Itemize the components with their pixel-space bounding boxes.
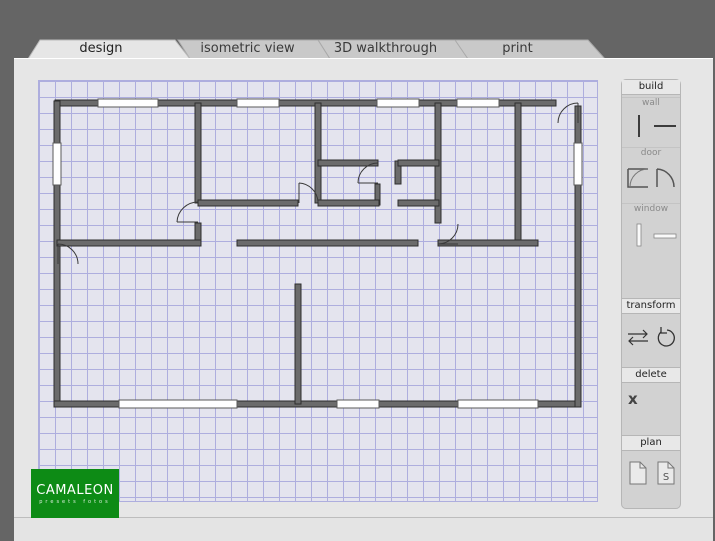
- logo-brand: CAMALEON: [36, 483, 114, 498]
- wall: [194, 102, 202, 204]
- wall-label: wall: [622, 97, 680, 109]
- window: [456, 98, 500, 108]
- tab-print[interactable]: print: [465, 40, 570, 58]
- window: [52, 142, 62, 186]
- drawing-grid[interactable]: [38, 80, 598, 502]
- window: [97, 98, 159, 108]
- flip-icon[interactable]: [625, 324, 649, 350]
- rotate-icon[interactable]: [654, 324, 678, 350]
- door: [176, 201, 199, 223]
- door-label: door: [622, 147, 680, 159]
- wall: [197, 199, 299, 207]
- door-left-icon[interactable]: [626, 166, 650, 192]
- delete-header: delete: [622, 368, 680, 383]
- plan-save-icon[interactable]: S: [654, 460, 678, 486]
- wall: [317, 199, 380, 207]
- plan-save-letter: S: [663, 472, 669, 483]
- wall: [397, 159, 440, 167]
- wall: [56, 239, 202, 247]
- floor-plan[interactable]: [39, 81, 599, 503]
- plan-open-icon[interactable]: [626, 460, 650, 486]
- door-right-icon[interactable]: [654, 166, 678, 192]
- wall: [236, 239, 419, 247]
- tool-palette: build wall door window transform delete …: [621, 79, 681, 509]
- door: [57, 243, 79, 265]
- tab-3d-walkthrough[interactable]: 3D walkthrough: [328, 40, 443, 58]
- window: [573, 142, 583, 186]
- transform-header: transform: [622, 299, 680, 314]
- plan-header: plan: [622, 436, 680, 451]
- build-header: build: [622, 80, 680, 95]
- window-label: window: [622, 203, 680, 215]
- wall-horizontal-icon[interactable]: [652, 113, 676, 139]
- delete-x-icon[interactable]: x: [628, 386, 652, 412]
- window-vertical-icon[interactable]: [628, 222, 652, 248]
- window: [118, 399, 238, 409]
- wall: [397, 199, 440, 207]
- wall: [514, 102, 522, 244]
- window: [236, 98, 280, 108]
- camaleon-logo: CAMALEON presets fotos: [31, 469, 119, 518]
- tab-design[interactable]: design: [40, 40, 162, 58]
- wall: [437, 239, 539, 247]
- window: [376, 98, 420, 108]
- tab-isometric-view[interactable]: isometric view: [190, 40, 305, 58]
- wall-vertical-icon[interactable]: [628, 113, 652, 139]
- window-horizontal-icon[interactable]: [652, 226, 677, 252]
- window: [336, 399, 380, 409]
- tab-bar: design isometric view 3D walkthrough pri…: [0, 0, 715, 60]
- logo-subtitle: presets fotos: [39, 499, 111, 505]
- wall: [314, 102, 322, 204]
- status-bar: [14, 517, 713, 541]
- wall: [294, 283, 302, 405]
- window: [457, 399, 539, 409]
